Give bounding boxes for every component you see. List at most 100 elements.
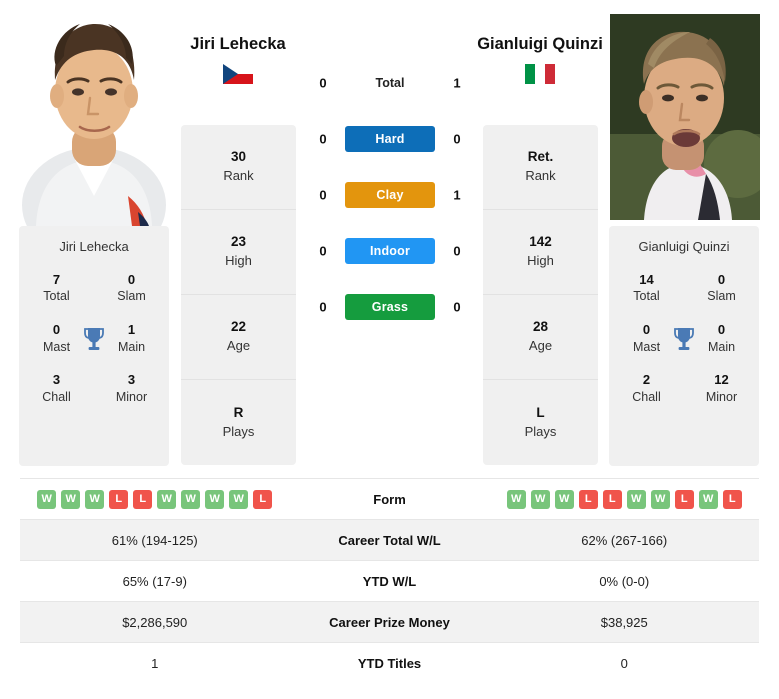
form-badge-loss[interactable]: L <box>253 489 273 509</box>
stat-high-value-left: 23 <box>230 234 247 250</box>
stat-age-label-left: Age <box>226 338 251 354</box>
h2h-row-total: 0 Total 1 <box>300 55 480 111</box>
form-badge-win[interactable]: W <box>530 489 550 509</box>
career-total-wl-left: 61% (194-125) <box>111 532 198 548</box>
stat-high-label-right: High <box>527 253 554 269</box>
form-badge-loss[interactable]: L <box>722 489 742 509</box>
titles-slam-value-right: 0 <box>717 271 726 287</box>
titles-chall-right: 2 Chall <box>609 363 684 413</box>
titles-slam-value-left: 0 <box>127 271 136 287</box>
form-badge-list-left: WWWLLWWWWL <box>20 489 290 509</box>
stat-age-right: 28 Age <box>483 295 598 380</box>
titles-total-left: 7 Total <box>19 263 94 313</box>
form-badge-loss[interactable]: L <box>602 489 622 509</box>
form-badge-loss[interactable]: L <box>578 489 598 509</box>
stat-rank-left: 30 Rank <box>181 125 296 210</box>
trophy-icon <box>82 326 106 352</box>
table-row-career-prize-money: $2,286,590 Career Prize Money $38,925 <box>20 601 759 642</box>
form-badge-win[interactable]: W <box>554 489 574 509</box>
titles-slam-left: 0 Slam <box>94 263 169 313</box>
titles-total-label-right: Total <box>633 289 660 304</box>
stat-rank-value-right: Ret. <box>527 149 554 165</box>
titles-chall-value-left: 3 <box>52 372 61 388</box>
form-badge-win[interactable]: W <box>181 489 201 509</box>
ytd-wl-right: 0% (0-0) <box>599 573 650 589</box>
italy-flag-icon <box>525 64 555 85</box>
card-player-name-left: Jiri Lehecka <box>59 239 129 254</box>
table-row-career-total-wl: 61% (194-125) Career Total W/L 62% (267-… <box>20 519 759 560</box>
titles-total-right: 14 Total <box>609 263 684 313</box>
form-badge-loss[interactable]: L <box>109 489 129 509</box>
form-badge-win[interactable]: W <box>229 489 249 509</box>
titles-chall-label-right: Chall <box>632 389 661 404</box>
comparison-header: Jiri Lehecka Gianluigi Quinzi Jiri Lehec… <box>0 0 779 470</box>
stat-plays-right: L Plays <box>483 380 598 465</box>
stat-high-value-right: 142 <box>529 234 552 250</box>
surface-badge-hard[interactable]: Hard <box>345 126 435 152</box>
stat-plays-value-left: R <box>233 404 244 420</box>
titles-chall-label-left: Chall <box>42 389 71 404</box>
career-prize-money-right: $38,925 <box>600 614 648 630</box>
h2h-clay-left-value: 0 <box>319 187 327 203</box>
form-badge-win[interactable]: W <box>61 489 81 509</box>
stat-high-right: 142 High <box>483 210 598 295</box>
player-titles-card-right: Gianluigi Quinzi 14 Total 0 Slam 0 Mast … <box>609 226 759 466</box>
h2h-hard-left-value: 0 <box>319 131 327 147</box>
player-name-right: Gianluigi Quinzi <box>477 35 603 53</box>
stat-column-right: Ret. Rank 142 High 28 Age L Plays <box>483 125 598 465</box>
surface-badge-indoor[interactable]: Indoor <box>345 238 435 264</box>
form-badge-win[interactable]: W <box>37 489 57 509</box>
stat-plays-label-left: Plays <box>222 423 255 439</box>
h2h-clay-right-value: 1 <box>453 187 461 203</box>
titles-minor-label-right: Minor <box>705 389 738 404</box>
surface-badge-grass[interactable]: Grass <box>345 294 435 320</box>
titles-total-label-left: Total <box>43 289 70 304</box>
titles-minor-value-right: 12 <box>714 372 729 388</box>
h2h-grass-left-value: 0 <box>319 299 327 315</box>
stat-rank-label-right: Rank <box>525 168 556 184</box>
titles-minor-right: 12 Minor <box>684 363 759 413</box>
stat-rank-right: Ret. Rank <box>483 125 598 210</box>
h2h-grass-right-value: 0 <box>453 299 461 315</box>
row-label-career-prize-money: Career Prize Money <box>329 614 450 630</box>
career-total-wl-right: 62% (267-166) <box>581 532 668 548</box>
form-badge-win[interactable]: W <box>157 489 177 509</box>
surface-badge-clay[interactable]: Clay <box>345 182 435 208</box>
form-badge-win[interactable]: W <box>205 489 225 509</box>
h2h-hard-right-value: 0 <box>453 131 461 147</box>
stat-age-left: 22 Age <box>181 295 296 380</box>
titles-slam-label-left: Slam <box>117 289 146 304</box>
form-badge-loss[interactable]: L <box>133 489 153 509</box>
form-badge-win[interactable]: W <box>698 489 718 509</box>
row-label-form: Form <box>373 491 406 507</box>
stat-column-left: 30 Rank 23 High 22 Age R Plays <box>181 125 296 465</box>
ytd-titles-left: 1 <box>151 655 159 671</box>
form-badge-loss[interactable]: L <box>674 489 694 509</box>
h2h-total-right-value: 1 <box>453 75 461 91</box>
player-titles-card-left: Jiri Lehecka 7 Total 0 Slam 0 Mast 1 Mai… <box>19 226 169 466</box>
stat-age-value-right: 28 <box>532 319 549 335</box>
titles-total-value-right: 14 <box>639 271 654 287</box>
row-label-ytd-titles: YTD Titles <box>357 655 422 671</box>
form-badge-win[interactable]: W <box>650 489 670 509</box>
titles-minor-left: 3 Minor <box>94 363 169 413</box>
stat-age-label-right: Age <box>528 338 553 354</box>
row-label-ytd-wl: YTD W/L <box>362 573 417 589</box>
card-player-name-right: Gianluigi Quinzi <box>638 239 730 254</box>
titles-minor-label-left: Minor <box>115 389 148 404</box>
stat-high-left: 23 High <box>181 210 296 295</box>
stat-plays-left: R Plays <box>181 380 296 465</box>
form-badge-win[interactable]: W <box>506 489 526 509</box>
form-badges-left: WWWLLWWWWL <box>20 489 290 509</box>
titles-total-value-left: 7 <box>52 271 61 287</box>
form-badge-win[interactable]: W <box>626 489 646 509</box>
h2h-row-grass: 0 Grass 0 <box>300 279 480 335</box>
titles-chall-left: 3 Chall <box>19 363 94 413</box>
stat-plays-value-right: L <box>536 404 545 420</box>
titles-minor-value-left: 3 <box>127 372 136 388</box>
form-badge-win[interactable]: W <box>85 489 105 509</box>
h2h-row-clay: 0 Clay 1 <box>300 167 480 223</box>
stat-age-value-left: 22 <box>230 319 247 335</box>
czech-republic-flag-icon <box>223 64 253 85</box>
h2h-indoor-right-value: 0 <box>453 243 461 259</box>
